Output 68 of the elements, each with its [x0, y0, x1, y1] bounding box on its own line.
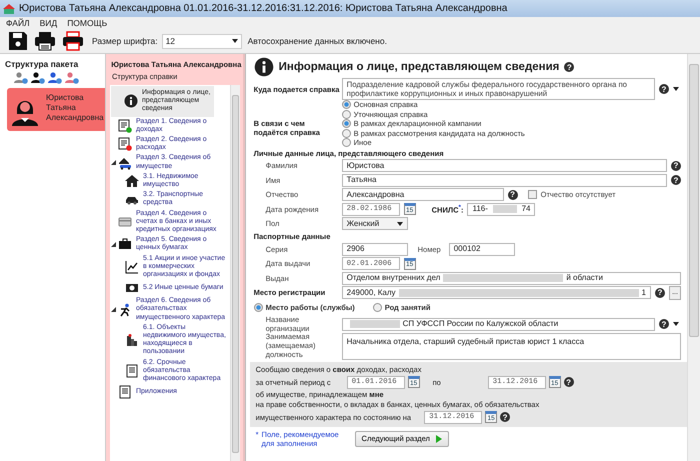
help-icon[interactable]: ?: [500, 412, 510, 422]
input-field[interactable]: 249000, Калу 1: [342, 286, 651, 300]
dropdown-arrow-icon[interactable]: [673, 87, 679, 91]
font-size-dropdown[interactable]: 12: [162, 34, 242, 48]
runner-icon: [118, 302, 132, 317]
income-icon: [118, 118, 132, 133]
organization-dropdown[interactable]: СП УФССП России по Калужской области: [342, 318, 655, 330]
print-icon[interactable]: [34, 31, 56, 51]
briefcase-icon: [118, 237, 132, 252]
radio-button[interactable]: [342, 100, 351, 110]
help-icon[interactable]: ?: [659, 84, 669, 94]
radio-button[interactable]: [342, 119, 351, 128]
print-icon[interactable]: [62, 31, 84, 51]
dropdown-arrow-icon[interactable]: [396, 222, 403, 226]
help-icon[interactable]: ?: [564, 377, 574, 387]
building-icon: [125, 333, 139, 348]
info-icon: [254, 57, 274, 77]
expand-arrow-icon[interactable]: [111, 307, 116, 312]
info-icon: [124, 94, 138, 108]
app-icon: [3, 2, 15, 14]
input-field[interactable]: 000102: [448, 242, 515, 256]
blurred-area: [492, 205, 517, 214]
input-field[interactable]: Отделом внутренних дел й области: [342, 272, 681, 285]
checkbox[interactable]: [528, 190, 537, 200]
sex-dropdown[interactable]: Женский: [342, 217, 408, 230]
menu-item[interactable]: ФАЙЛ: [6, 18, 30, 28]
menu-item[interactable]: ПОМОЩЬ: [67, 18, 108, 28]
chart-icon: [125, 260, 139, 274]
radio-button[interactable]: [342, 110, 351, 119]
font-size-label: Размер шрифта:: [92, 36, 158, 46]
expand-arrow-icon[interactable]: [111, 242, 116, 247]
blurred-area: [350, 320, 400, 328]
dropdown-arrow-icon[interactable]: [232, 39, 238, 43]
panel-title: Структура пакета: [4, 58, 80, 71]
autosave-status: Автосохранение данных включено.: [248, 36, 387, 46]
radio-button[interactable]: [342, 128, 351, 138]
help-icon[interactable]: ?: [659, 319, 669, 329]
document-icon: [125, 364, 139, 378]
input-field[interactable]: Юристова: [342, 159, 667, 172]
add-person-icon[interactable]: [31, 72, 45, 84]
document-icon: [118, 385, 132, 400]
help-icon[interactable]: ?: [564, 62, 574, 72]
form-title: Информация о лице, представляющем сведения: [278, 61, 560, 73]
input-field[interactable]: Начальника отдела, старший судебный пристав юрист 1 класса: [342, 333, 681, 360]
scrollbar[interactable]: [230, 85, 240, 461]
input-field[interactable]: 2906: [342, 242, 408, 256]
help-icon[interactable]: ?: [671, 175, 681, 186]
person-card[interactable]: Юристова Татьяна Александровна: [7, 88, 105, 131]
radio-button[interactable]: [342, 138, 351, 148]
expense-icon: [118, 137, 132, 152]
input-field[interactable]: Александровна: [342, 188, 504, 202]
play-icon: [436, 434, 442, 442]
bank-icon: [118, 214, 132, 229]
help-icon[interactable]: ?: [508, 190, 518, 200]
save-icon[interactable]: [8, 31, 28, 51]
property-icon: [118, 156, 132, 170]
radio-button[interactable]: [254, 303, 263, 312]
menu-item[interactable]: ВИД: [40, 18, 58, 28]
window-title: Юристова Татьяна Александровна 01.01.2016-31.12.2016:31.12.2016: Юристова Татьяна Александровна: [19, 3, 508, 14]
expand-arrow-icon[interactable]: [111, 160, 116, 166]
house-icon: [125, 174, 139, 188]
input-field[interactable]: Татьяна: [342, 174, 667, 187]
help-icon[interactable]: ?: [655, 288, 665, 298]
dropdown-arrow-icon[interactable]: [673, 322, 679, 326]
radio-button[interactable]: [372, 303, 382, 312]
help-icon[interactable]: ?: [671, 160, 681, 171]
input-field[interactable]: 116- 74: [467, 202, 536, 216]
scrollbar[interactable]: [687, 54, 700, 461]
